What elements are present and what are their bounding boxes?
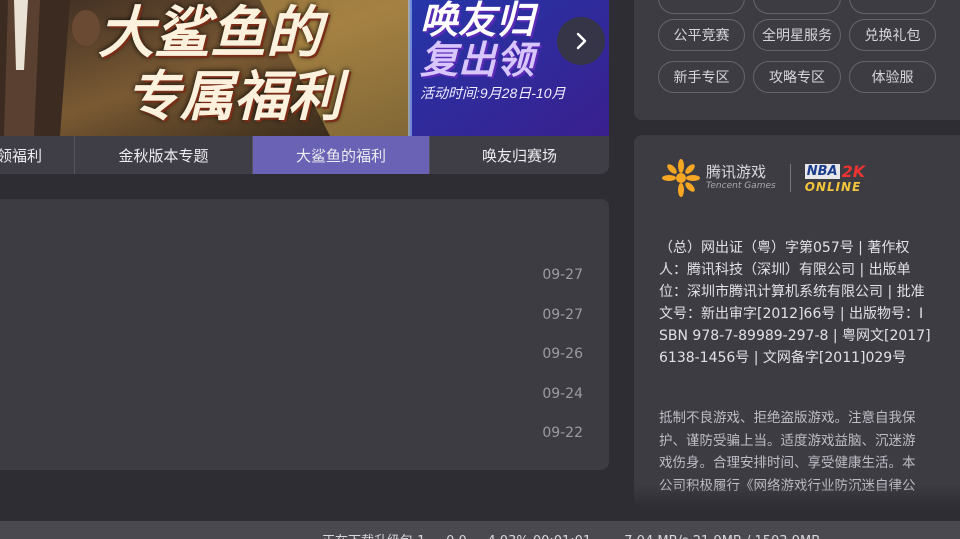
banner-tab-label: 领福利 xyxy=(0,146,42,165)
tag-test-server[interactable]: 体验服 xyxy=(849,61,936,93)
download-status-bar: 正在下载升级包 1 ... 0.0 ... 4.03% 00:01:01 ...… xyxy=(0,521,960,539)
tencent-en: Tencent Games xyxy=(706,181,776,191)
nba-2k-mark: 2K xyxy=(841,161,866,181)
license-line: 6138-1456号 | 文网备字[2011]029号 xyxy=(659,350,907,366)
tag-row1-0[interactable] xyxy=(658,0,745,14)
banner-tab-1[interactable]: 金秋版本专题 xyxy=(75,136,253,174)
news-date: 09-26 xyxy=(542,346,583,362)
banner-tab-2[interactable]: 大鲨鱼的福利 xyxy=(253,136,430,174)
news-date: 09-27 xyxy=(542,307,583,323)
license-line: （总）网出证（粤）字第057号 | 著作权 xyxy=(659,240,910,256)
banner-tab-label: 大鲨鱼的福利 xyxy=(295,146,386,165)
banner-slide-title-line1: 大鲨鱼的 xyxy=(98,0,322,66)
banner-slide-title-line2: 专属福利 xyxy=(126,64,342,128)
download-status-text: 正在下载升级包 1 ... 0.0 ... 4.03% 00:01:01 ...… xyxy=(322,530,820,539)
chevron-right-icon xyxy=(576,32,587,50)
tag-label: 全明星服务 xyxy=(762,28,832,44)
banner-next-button[interactable] xyxy=(557,17,605,65)
banner-tab-label: 金秋版本专题 xyxy=(118,146,209,165)
banner-slide2-time: 活动时间:9月28日-10月 xyxy=(420,85,566,101)
tag-redeem-gift[interactable]: 兑换礼包 xyxy=(849,19,936,51)
tag-fair-play[interactable]: 公平竞赛 xyxy=(658,19,745,51)
scroll-fade xyxy=(634,485,960,507)
logo-divider xyxy=(789,164,791,192)
tag-allstar-service[interactable]: 全明星服务 xyxy=(753,19,841,51)
news-date: 09-22 xyxy=(542,425,583,441)
news-date: 09-24 xyxy=(542,386,583,402)
news-item[interactable]: 09-24 xyxy=(383,386,583,410)
quick-links-panel: 公平竞赛 全明星服务 兑换礼包 新手专区 攻略专区 体验服 xyxy=(634,0,960,120)
nba-mark: NBA xyxy=(804,164,840,179)
license-line: 文号：新出审字[2012]66号 | 出版物号：I xyxy=(659,306,924,322)
banner-slide-title: 大鲨鱼的 专属福利 xyxy=(98,2,418,128)
tag-label: 兑换礼包 xyxy=(864,28,921,44)
banner-tab-0[interactable]: 领福利 xyxy=(0,136,75,174)
banner-tab-3[interactable]: 唤友归赛场 xyxy=(430,136,609,174)
tag-guide-zone[interactable]: 攻略专区 xyxy=(753,61,841,93)
promo-banner[interactable]: 大鲨鱼的 专属福利 唤友归 复出领 活动时间:9月28日-10月 领福利 金秋版… xyxy=(0,0,609,174)
news-item[interactable]: 09-27 xyxy=(383,307,583,331)
publisher-logos: 腾讯游戏 Tencent Games NBA 2K ONLINE xyxy=(662,159,866,197)
tag-label: 新手专区 xyxy=(673,70,730,86)
health-line: 护、谨防受骗上当。适度游戏益脑、沉迷游 xyxy=(659,432,916,449)
banner-tab-label: 唤友归赛场 xyxy=(481,146,557,165)
publisher-info-panel: 腾讯游戏 Tencent Games NBA 2K ONLINE （总）网出证（… xyxy=(634,135,960,507)
tag-label: 攻略专区 xyxy=(769,70,825,86)
tag-row1-2[interactable] xyxy=(849,0,936,14)
news-item[interactable]: 09-27 xyxy=(383,267,583,291)
license-text: （总）网出证（粤）字第057号 | 著作权 人：腾讯科技（深圳）有限公司 | 出… xyxy=(659,237,943,369)
news-item[interactable]: 09-26 xyxy=(383,346,583,370)
news-date: 09-27 xyxy=(542,267,583,283)
tencent-cn: 腾讯游戏 xyxy=(706,163,767,181)
tag-newbie-zone[interactable]: 新手专区 xyxy=(658,61,745,93)
nba-online-mark: ONLINE xyxy=(804,179,862,194)
tag-label: 体验服 xyxy=(871,70,914,86)
license-line: 位：深圳市腾讯计算机系统有限公司 | 批准 xyxy=(659,284,925,300)
tencent-games-wordmark: 腾讯游戏 Tencent Games xyxy=(706,165,776,191)
nba2k-online-logo: NBA 2K ONLINE xyxy=(804,161,866,194)
health-line: 抵制不良游戏、拒绝盗版游戏。注意自我保 xyxy=(659,410,916,426)
health-notice: 抵制不良游戏、拒绝盗版游戏。注意自我保 护、谨防受骗上当。适度游戏益脑、沉迷游 … xyxy=(659,407,945,497)
license-line: SBN 978-7-89989-297-8 | 粤网文[2017] xyxy=(659,328,931,344)
tag-label: 公平竞赛 xyxy=(673,28,730,44)
tag-row1-1[interactable] xyxy=(753,0,841,14)
news-panel: 09-27 09-27 09-26 09-24 09-22 xyxy=(0,199,609,470)
health-line: 戏伤身。合理安排时间、享受健康生活。本 xyxy=(659,455,916,471)
banner-tab-bar: 领福利 金秋版本专题 大鲨鱼的福利 唤友归赛场 xyxy=(0,136,609,174)
news-item[interactable]: 09-22 xyxy=(383,425,583,449)
tencent-games-logo-icon xyxy=(662,159,700,197)
license-line: 人：腾讯科技（深圳）有限公司 | 出版单 xyxy=(659,262,911,278)
